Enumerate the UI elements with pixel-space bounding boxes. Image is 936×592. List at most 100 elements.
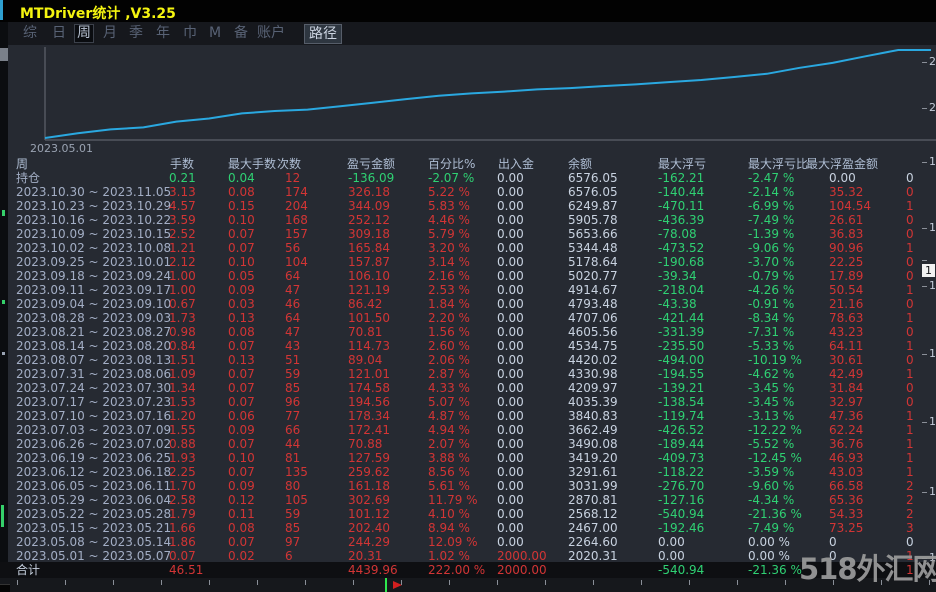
menu-item-4[interactable]: 月 [103,25,117,42]
cell: -4.34 % [748,493,794,507]
cell: -3.70 % [748,255,794,269]
menu-item-7[interactable]: 巾 [183,25,197,42]
cell: 81 [285,451,300,465]
cell: 0.84 [169,339,196,353]
cell: 4.10 % [428,507,470,521]
cell: 0 [906,297,914,311]
table-row[interactable]: 2023.08.14 ~ 2023.08.200.840.0743114.732… [0,339,936,353]
path-button[interactable]: 路径 [304,24,342,44]
table-row[interactable]: 2023.06.12 ~ 2023.06.182.250.07135259.62… [0,465,936,479]
cell: 31.84 [829,381,863,395]
cell: 0.09 [228,479,255,493]
menu-item-8[interactable]: M [209,25,221,42]
cell: 0.00 [497,339,524,353]
table-row[interactable]: 2023.08.28 ~ 2023.09.031.730.1364101.502… [0,311,936,325]
menu-item-1[interactable]: 综 [23,25,37,42]
cell: 3.59 [169,213,196,227]
table-row[interactable]: 2023.07.24 ~ 2023.07.301.340.0785174.584… [0,381,936,395]
table-row[interactable]: 2023.06.19 ~ 2023.06.251.930.1081127.593… [0,451,936,465]
cell: -0.79 % [748,269,794,283]
table-row[interactable]: 2023.08.21 ~ 2023.08.270.980.084770.811.… [0,325,936,339]
cell: 1 [906,311,914,325]
cell: 0.00 [497,507,524,521]
row-label: 2023.07.03 ~ 2023.07.09 [16,423,171,437]
table-row[interactable]: 2023.10.09 ~ 2023.10.152.520.07157309.18… [0,227,936,241]
cell: 0.88 [169,437,196,451]
table-row[interactable]: 2023.10.16 ~ 2023.10.223.590.10168252.12… [0,213,936,227]
cell: 66.58 [829,479,863,493]
cell: 2.12 [169,255,196,269]
cell: 1.34 [169,381,196,395]
cell: 0 [906,213,914,227]
table-row[interactable]: 2023.07.17 ~ 2023.07.231.530.0796194.565… [0,395,936,409]
cell: 3.88 % [428,451,470,465]
cell: 0.13 [228,311,255,325]
cell: 0.21 [169,171,196,185]
table-row[interactable]: 持仓0.210.0412-136.09-2.07 %0.006576.05-16… [0,171,936,185]
table-row[interactable]: 2023.09.04 ~ 2023.09.100.670.034686.421.… [0,297,936,311]
menu-item-2[interactable]: 日 [52,25,66,42]
cell: 4439.96 [348,563,398,577]
table-row[interactable]: 2023.05.29 ~ 2023.06.042.580.12105302.69… [0,493,936,507]
table-row[interactable]: 2023.06.26 ~ 2023.07.020.880.074470.882.… [0,437,936,451]
table-row[interactable]: 2023.05.08 ~ 2023.05.141.860.0797244.291… [0,535,936,549]
table-row[interactable]: 2023.10.23 ~ 2023.10.294.570.15204344.09… [0,199,936,213]
cell: 5905.78 [568,213,618,227]
cell: 106.10 [348,269,390,283]
row-label: 2023.06.05 ~ 2023.06.11 [16,479,171,493]
cell: 4914.67 [568,283,618,297]
cell: 157 [285,227,308,241]
total-row-band: 合计46.514439.96222.00 %2000.00-540.94-21.… [0,562,936,578]
cell: 5.79 % [428,227,470,241]
menu-item-9[interactable]: 备 [234,25,248,42]
cell: 168 [285,213,308,227]
cell: 36.83 [829,227,863,241]
cell: 0.00 [497,241,524,255]
cell: 1.09 [169,367,196,381]
timeline-marker-line[interactable] [385,578,387,592]
cell: -2.14 % [748,185,794,199]
table-row[interactable]: 2023.08.07 ~ 2023.08.131.510.135189.042.… [0,353,936,367]
table-row[interactable]: 2023.05.22 ~ 2023.05.281.790.1159101.124… [0,507,936,521]
right-axis-tick: 2 [922,102,936,113]
cell: 1 [906,465,914,479]
menu-item-3[interactable]: 周 [74,24,94,43]
table-row[interactable]: 2023.10.02 ~ 2023.10.081.210.0756165.843… [0,241,936,255]
cell: 2000.00 [497,549,547,563]
cell: 46.51 [169,563,203,577]
cell: 1 [906,409,914,423]
cell: -235.50 [658,339,704,353]
table-row[interactable]: 2023.07.31 ~ 2023.08.061.090.0759121.012… [0,367,936,381]
cell: -276.70 [658,479,704,493]
table-row[interactable]: 2023.09.18 ~ 2023.09.241.000.0564106.102… [0,269,936,283]
cell: 89.04 [348,353,382,367]
cell: -39.34 [658,269,697,283]
cell: 12.09 % [428,535,478,549]
table-row[interactable]: 2023.05.15 ~ 2023.05.211.660.0885202.408… [0,521,936,535]
ruler-tick [353,580,354,585]
table-row[interactable]: 2023.07.10 ~ 2023.07.161.200.0677178.344… [0,409,936,423]
table-row[interactable]: 2023.06.05 ~ 2023.06.111.700.0980161.185… [0,479,936,493]
table-row[interactable]: 2023.07.03 ~ 2023.07.091.550.0966172.414… [0,423,936,437]
menu-item-5[interactable]: 季 [129,25,143,42]
cell: 50.54 [829,283,863,297]
cell: 104.54 [829,199,871,213]
cell: 5.83 % [428,199,470,213]
row-label: 2023.10.16 ~ 2023.10.22 [16,213,171,227]
table-row[interactable]: 2023.09.11 ~ 2023.09.171.000.0947121.192… [0,283,936,297]
right-axis-tick: 1 [922,280,936,291]
ruler-tick [305,580,306,585]
table-row[interactable]: 2023.09.25 ~ 2023.10.012.120.10104157.87… [0,255,936,269]
menu-item-10[interactable]: 账户 [257,25,285,42]
column-header-2: 手数 [170,157,194,171]
table-row[interactable]: 2023.10.30 ~ 2023.11.053.130.08174326.18… [0,185,936,199]
menu-item-6[interactable]: 年 [156,25,170,42]
cell: 4.94 % [428,423,470,437]
ruler-tick [401,580,402,585]
table-row[interactable]: 2023.05.01 ~ 2023.05.070.070.02620.311.0… [0,549,936,563]
cell: 54.33 [829,507,863,521]
cell: 3840.83 [568,409,618,423]
cell: -192.46 [658,521,704,535]
cell: 0.08 [228,185,255,199]
ruler-tick [737,580,738,585]
